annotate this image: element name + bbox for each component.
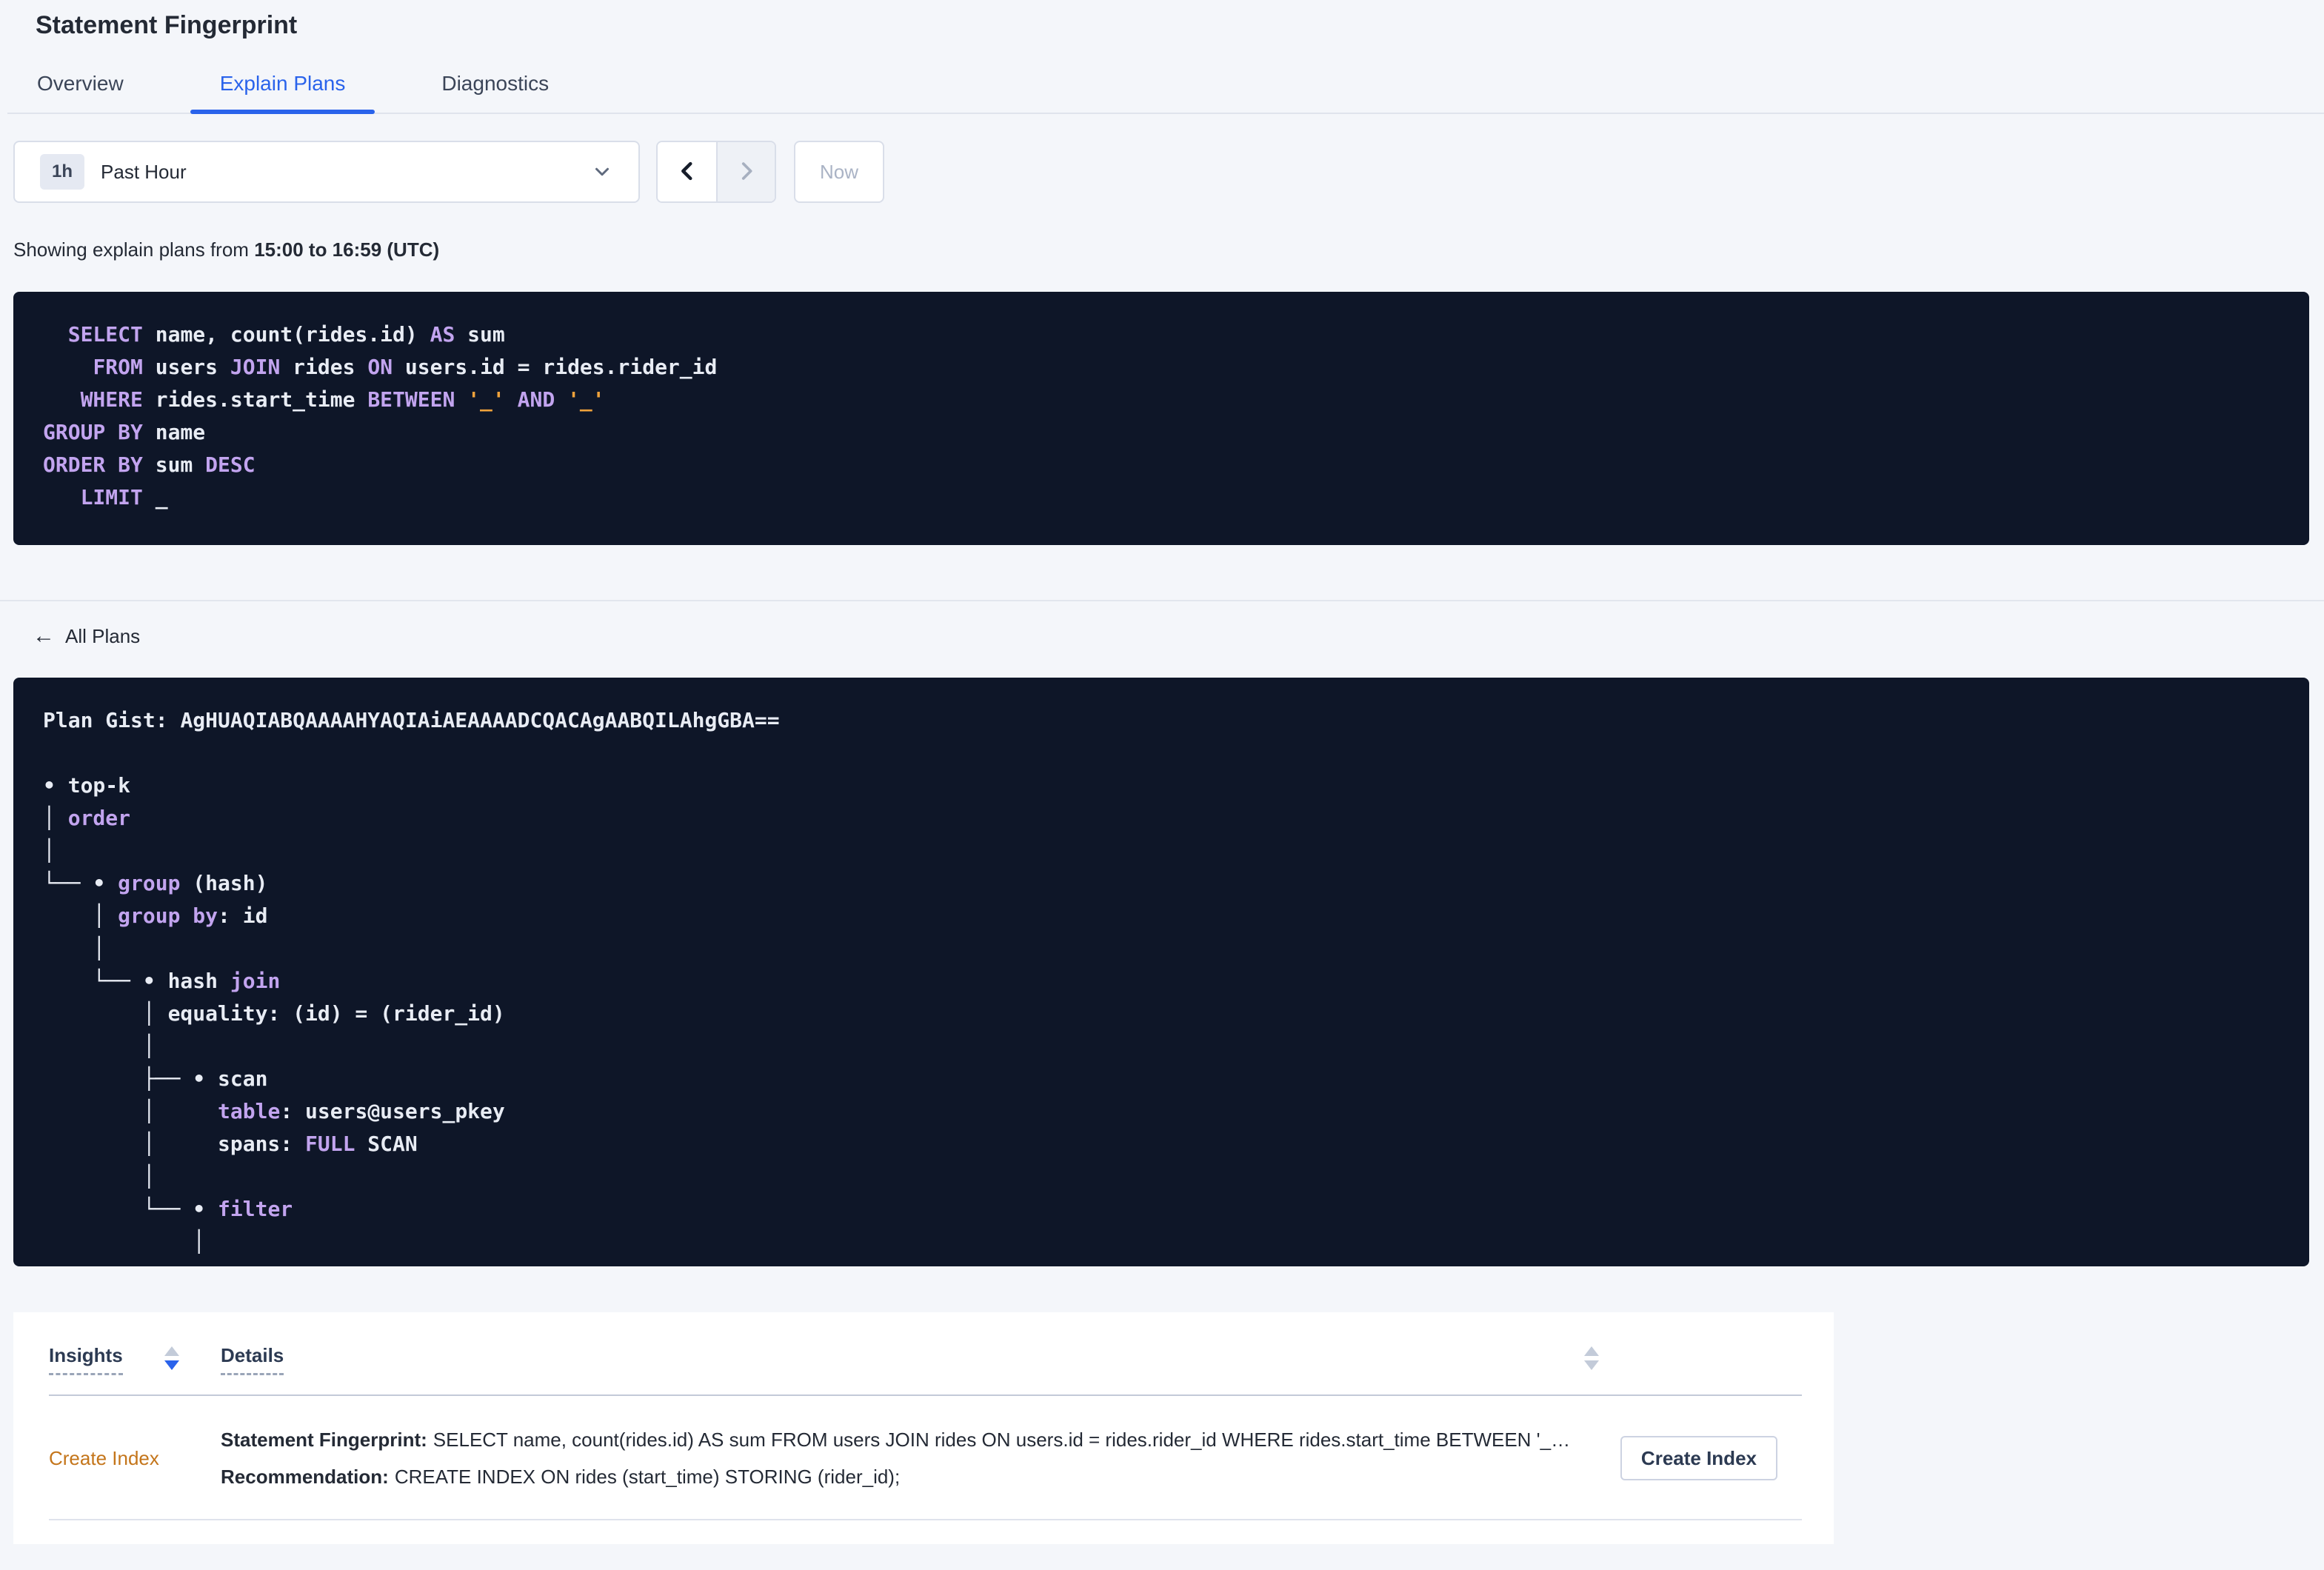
chevron-right-icon: [734, 158, 759, 186]
time-range-label: Past Hour: [101, 160, 187, 183]
sort-desc-triangle: [164, 1360, 179, 1370]
sort-desc-triangle: [1584, 1360, 1599, 1370]
sort-icon[interactable]: [164, 1346, 179, 1370]
tab-diagnostics[interactable]: Diagnostics: [412, 73, 578, 113]
time-range-select[interactable]: 1h Past Hour: [13, 141, 640, 203]
sort-asc-triangle: [1584, 1346, 1599, 1356]
column-header-details[interactable]: Details: [221, 1345, 1802, 1375]
plan-gist: Plan Gist: AgHUAQIABQAAAAHYAQIAiAEAAAADC…: [43, 704, 2280, 737]
section-divider: [0, 600, 2324, 601]
create-index-button[interactable]: Create Index: [1620, 1436, 1777, 1480]
time-picker-row: 1h Past Hour Now: [13, 141, 2324, 203]
all-plans-label: All Plans: [65, 625, 141, 647]
time-range-badge: 1h: [40, 154, 85, 190]
column-header-insights[interactable]: Insights: [49, 1345, 221, 1375]
insight-type-label: Create Index: [49, 1446, 159, 1469]
recommendation-label: Recommendation:: [221, 1466, 389, 1488]
page-title: Statement Fingerprint: [36, 11, 298, 39]
sql-statement-box: SELECT name, count(rides.id) AS sum FROM…: [13, 292, 2309, 545]
tab-bar: Overview Explain Plans Diagnostics: [7, 73, 2324, 114]
tab-overview[interactable]: Overview: [7, 73, 153, 113]
plan-tree: • top-k │ order │ └── • group (hash) │ grou…: [43, 773, 505, 1254]
summary-time-range: 15:00 to 16:59 (UTC): [254, 238, 440, 261]
prev-time-button[interactable]: [658, 142, 716, 201]
plan-gist-box: Plan Gist: AgHUAQIABQAAAAHYAQIAiAEAAAADC…: [13, 678, 2309, 1266]
explain-plans-summary: Showing explain plans from 15:00 to 16:5…: [13, 238, 2324, 261]
plan-gist-label: Plan Gist:: [43, 708, 181, 732]
all-plans-link[interactable]: ← All Plans: [33, 624, 141, 648]
next-time-button[interactable]: [716, 142, 775, 201]
tab-explain-plans[interactable]: Explain Plans: [190, 73, 375, 114]
time-pager: [656, 141, 776, 203]
summary-prefix: Showing explain plans from: [13, 238, 255, 261]
chevron-down-icon: [591, 161, 613, 183]
fingerprint-label: Statement Fingerprint:: [221, 1429, 427, 1451]
recommendation-text: CREATE INDEX ON rides (start_time) STORI…: [394, 1466, 901, 1488]
plan-gist-value: AgHUAQIABQAAAAHYAQIAiAEAAAADCQACAgAABQIL…: [180, 708, 780, 732]
table-row: Create Index Statement Fingerprint: SELEC…: [49, 1396, 1802, 1520]
sort-asc-triangle: [164, 1346, 179, 1356]
insights-table-header: Insights Details: [49, 1345, 1802, 1396]
chevron-left-icon: [675, 158, 700, 186]
statement-fingerprint-line: Statement Fingerprint: SELECT name, count…: [221, 1421, 1603, 1458]
now-button[interactable]: Now: [794, 141, 884, 203]
insights-column-label: Insights: [49, 1345, 123, 1375]
fingerprint-text: SELECT name, count(rides.id) AS sum FROM…: [433, 1429, 1571, 1451]
insights-table: Insights Details Create Index Statement …: [13, 1312, 1834, 1544]
recommendation-line: Recommendation: CREATE INDEX ON rides (st…: [221, 1458, 1603, 1495]
back-arrow-icon: ←: [33, 624, 55, 648]
sort-icon[interactable]: [1584, 1346, 1599, 1370]
insight-details: Statement Fingerprint: SELECT name, count…: [221, 1421, 1603, 1495]
details-column-label: Details: [221, 1345, 284, 1375]
